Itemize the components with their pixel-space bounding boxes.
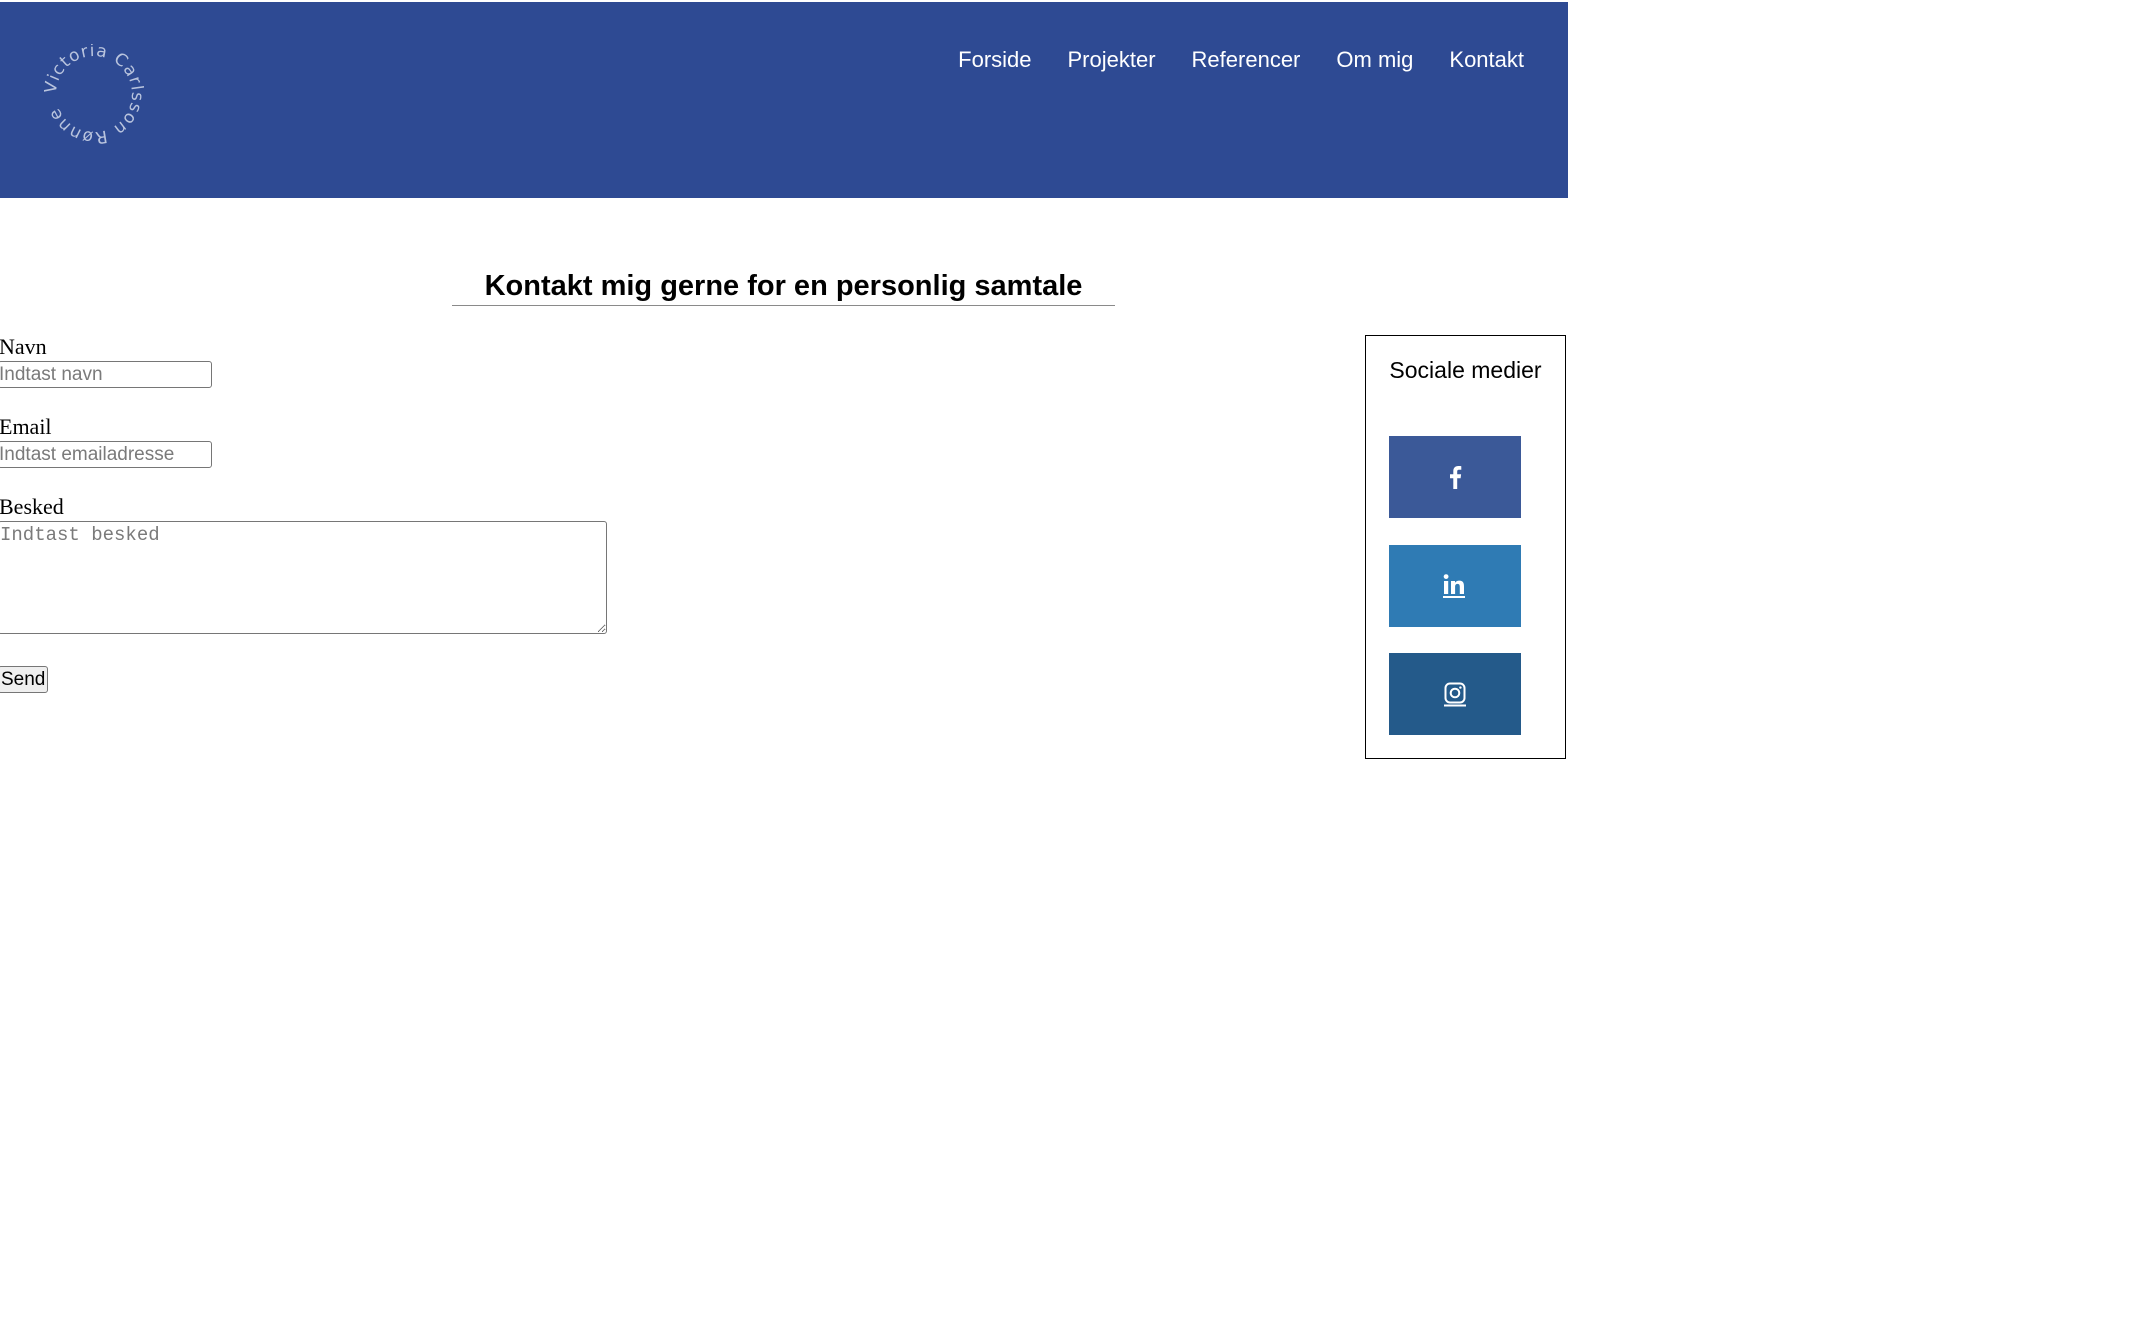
main-navigation: Forside Projekter Referencer Om mig Kont… (922, 48, 1524, 72)
logo-text: Victoria Carlsson Rønne (44, 44, 144, 144)
instagram-icon (1444, 682, 1466, 707)
nav-link-referencer[interactable]: Referencer (1192, 48, 1301, 72)
contact-form: Navn Email Besked Send (0, 334, 620, 693)
linkedin-icon (1443, 574, 1465, 598)
name-label: Navn (0, 334, 47, 359)
social-title: Sociale medier (1389, 357, 1542, 383)
instagram-button[interactable] (1389, 653, 1521, 735)
nav-link-kontakt[interactable]: Kontakt (1449, 48, 1524, 72)
linkedin-button[interactable] (1389, 545, 1521, 627)
name-group: Navn (0, 334, 620, 388)
circular-logo-text-icon: Victoria Carlsson Rønne (44, 44, 144, 144)
nav-link-projekter[interactable]: Projekter (1068, 48, 1156, 72)
email-label: Email (0, 414, 52, 439)
message-textarea[interactable] (0, 521, 607, 634)
facebook-icon (1450, 466, 1462, 489)
nav-link-forside[interactable]: Forside (958, 48, 1031, 72)
name-input[interactable] (0, 361, 212, 388)
message-label: Besked (0, 494, 64, 519)
site-header: Victoria Carlsson Rønne Forside Projekte… (0, 2, 1568, 198)
message-group: Besked (0, 494, 620, 634)
svg-text:Victoria Carlsson Rønne: Victoria Carlsson Rønne (44, 44, 144, 144)
email-input[interactable] (0, 441, 212, 468)
nav-link-om-mig[interactable]: Om mig (1336, 48, 1413, 72)
logo[interactable]: Victoria Carlsson Rønne (44, 44, 144, 144)
send-button[interactable]: Send (0, 666, 49, 693)
facebook-button[interactable] (1389, 436, 1521, 518)
email-group: Email (0, 414, 620, 468)
social-media-box: Sociale medier (1365, 335, 1566, 759)
page-title: Kontakt mig gerne for en personlig samta… (452, 268, 1115, 306)
